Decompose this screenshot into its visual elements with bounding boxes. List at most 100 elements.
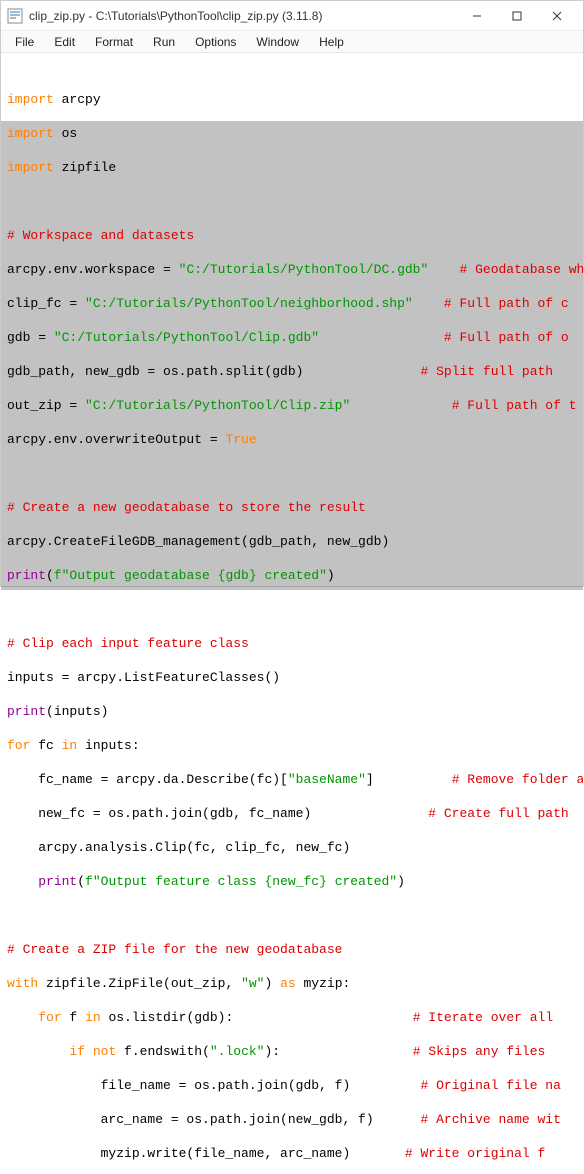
code-text: f xyxy=(62,1010,85,1025)
string: "C:/Tutorials/PythonTool/DC.gdb" xyxy=(179,262,429,277)
comment: # Split full path xyxy=(420,364,560,379)
builtin: print xyxy=(7,568,46,583)
code-editor[interactable]: import arcpy import os import zipfile # … xyxy=(1,53,583,1174)
space xyxy=(350,1078,420,1093)
code-text: fc_name = arcpy.da.Describe(fc)[ xyxy=(7,772,288,787)
comment: # Original file na xyxy=(420,1078,560,1093)
string: ".lock" xyxy=(210,1044,265,1059)
code-text: ( xyxy=(77,874,85,889)
window-controls xyxy=(457,2,577,30)
space xyxy=(311,806,428,821)
keyword: import xyxy=(7,160,54,175)
code-text: zipfile.ZipFile(out_zip, xyxy=(38,976,241,991)
menu-window[interactable]: Window xyxy=(246,33,309,51)
comment: # Full path of t xyxy=(452,398,577,413)
keyword: in xyxy=(62,738,78,753)
comment: # Remove folder an xyxy=(452,772,583,787)
space xyxy=(374,772,452,787)
keyword: for xyxy=(7,738,30,753)
string: "C:/Tutorials/PythonTool/Clip.zip" xyxy=(85,398,350,413)
code-text: new_fc = os.path.join(gdb, fc_name) xyxy=(7,806,311,821)
code-text xyxy=(7,1044,69,1059)
space xyxy=(374,1112,421,1127)
space xyxy=(280,1044,413,1059)
space xyxy=(350,398,451,413)
space xyxy=(413,296,444,311)
comment: # Full path of o xyxy=(444,330,569,345)
code-text: myzip.write(file_name, arc_name) xyxy=(7,1146,350,1161)
keyword: in xyxy=(85,1010,101,1025)
code-text: f.endswith( xyxy=(116,1044,210,1059)
comment: # Iterate over all xyxy=(413,1010,553,1025)
keyword: True xyxy=(225,432,256,447)
code-text: ) xyxy=(327,568,335,583)
code-text: os.listdir(gdb): xyxy=(101,1010,234,1025)
comment: # Workspace and datasets xyxy=(7,228,194,243)
comment: # Write original f xyxy=(405,1146,545,1161)
keyword: for xyxy=(38,1010,61,1025)
code-text: arcpy.env.workspace = xyxy=(7,262,179,277)
code-text: gdb_path, new_gdb = os.path.split(gdb) xyxy=(7,364,303,379)
comment: # Skips any files xyxy=(413,1044,553,1059)
titlebar: clip_zip.py - C:\Tutorials\PythonTool\cl… xyxy=(1,1,583,31)
string: f"Output geodatabase {gdb} created" xyxy=(54,568,327,583)
code-text: gdb = xyxy=(7,330,54,345)
window-title: clip_zip.py - C:\Tutorials\PythonTool\cl… xyxy=(29,9,457,23)
close-button[interactable] xyxy=(537,2,577,30)
comment: # Create full path xyxy=(428,806,568,821)
text-selection xyxy=(1,121,583,590)
menu-run[interactable]: Run xyxy=(143,33,185,51)
space xyxy=(428,262,459,277)
menu-options[interactable]: Options xyxy=(185,33,246,51)
comment: # Clip each input feature class xyxy=(7,636,249,651)
code-text: inputs = arcpy.ListFeatureClasses() xyxy=(7,670,280,685)
keyword: as xyxy=(280,976,296,991)
code-text: inputs: xyxy=(77,738,139,753)
space xyxy=(233,1010,412,1025)
string: "C:/Tutorials/PythonTool/Clip.gdb" xyxy=(54,330,319,345)
space xyxy=(350,1146,405,1161)
comment: # Archive name wit xyxy=(420,1112,560,1127)
string: "w" xyxy=(241,976,264,991)
code-text: (inputs) xyxy=(46,704,108,719)
code-text: ( xyxy=(46,568,54,583)
code-text: zipfile xyxy=(54,160,116,175)
builtin: print xyxy=(7,704,46,719)
keyword: import xyxy=(7,92,54,107)
comment: # Create a new geodatabase to store the … xyxy=(7,500,366,515)
code-text: myzip: xyxy=(296,976,351,991)
keyword: import xyxy=(7,126,54,141)
code-text: ) xyxy=(264,976,280,991)
code-text: ): xyxy=(264,1044,280,1059)
string: f"Output feature class {new_fc} created" xyxy=(85,874,397,889)
code-text: out_zip = xyxy=(7,398,85,413)
menu-edit[interactable]: Edit xyxy=(44,33,85,51)
app-icon xyxy=(7,8,23,24)
code-text: arc_name = os.path.join(new_gdb, f) xyxy=(7,1112,374,1127)
keyword: not xyxy=(93,1044,116,1059)
code-text: file_name = os.path.join(gdb, f) xyxy=(7,1078,350,1093)
string: "baseName" xyxy=(288,772,366,787)
code-text: os xyxy=(54,126,77,141)
menu-file[interactable]: File xyxy=(5,33,44,51)
maximize-button[interactable] xyxy=(497,2,537,30)
string: "C:/Tutorials/PythonTool/neighborhood.sh… xyxy=(85,296,413,311)
menu-format[interactable]: Format xyxy=(85,33,143,51)
comment: # Geodatabase wh xyxy=(460,262,584,277)
code-text: arcpy.analysis.Clip(fc, clip_fc, new_fc) xyxy=(7,840,350,855)
keyword: with xyxy=(7,976,38,991)
code-text: arcpy xyxy=(54,92,101,107)
space xyxy=(303,364,420,379)
comment: # Create a ZIP file for the new geodatab… xyxy=(7,942,342,957)
code-text xyxy=(85,1044,93,1059)
menu-help[interactable]: Help xyxy=(309,33,354,51)
space xyxy=(319,330,444,345)
minimize-button[interactable] xyxy=(457,2,497,30)
comment: # Full path of c xyxy=(444,296,569,311)
keyword: if xyxy=(69,1044,85,1059)
code-text: ] xyxy=(366,772,374,787)
menubar: File Edit Format Run Options Window Help xyxy=(1,31,583,53)
code-text: fc xyxy=(30,738,61,753)
code-text xyxy=(7,1010,38,1025)
code-text: arcpy.env.overwriteOutput = xyxy=(7,432,225,447)
